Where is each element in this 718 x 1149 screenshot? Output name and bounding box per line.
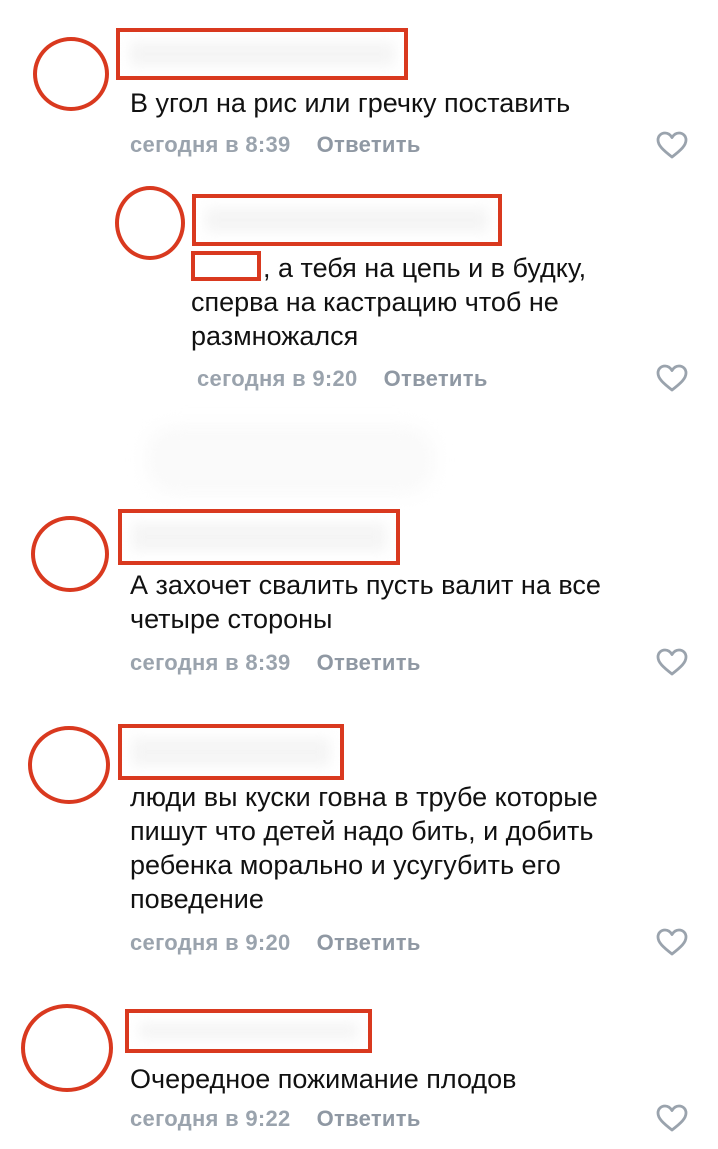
comment-meta: сегодня в 9:22 Ответить <box>130 1106 421 1132</box>
comment-time: сегодня в 9:22 <box>130 1106 291 1131</box>
avatar[interactable] <box>21 1004 113 1092</box>
heart-outline-icon[interactable] <box>656 1104 688 1132</box>
comment-5: Очередное пожимание плодов сегодня в 9:2… <box>0 0 718 1149</box>
reply-button[interactable]: Ответить <box>317 1106 421 1131</box>
comment-text: Очередное пожимание плодов <box>130 1064 517 1094</box>
redacted-author-name[interactable] <box>125 1009 372 1053</box>
